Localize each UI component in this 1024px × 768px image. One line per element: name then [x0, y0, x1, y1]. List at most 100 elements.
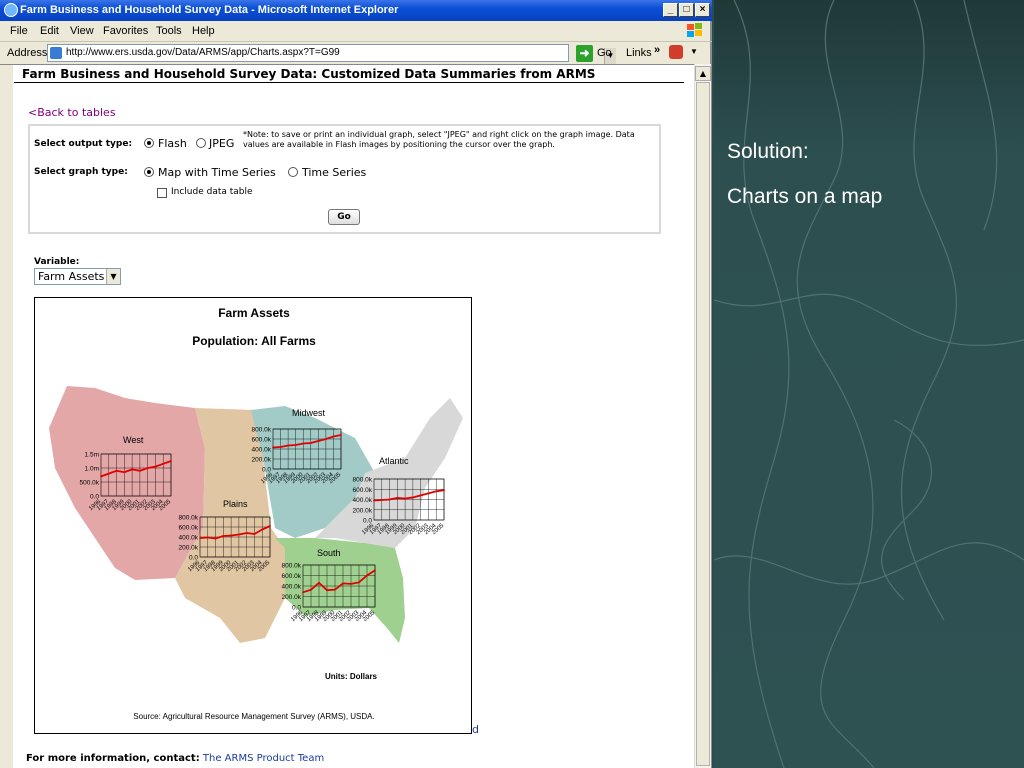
back-to-tables-link[interactable]: <Back to tables — [28, 106, 116, 119]
data-point-plains[interactable] — [214, 537, 217, 540]
chevron-down-icon[interactable]: ▼ — [106, 269, 120, 284]
data-point-plains[interactable] — [230, 534, 233, 537]
address-label: Address — [7, 47, 48, 59]
data-point-south[interactable] — [318, 581, 320, 584]
y-tick-label: 600.0k — [251, 437, 271, 444]
data-point-south[interactable] — [310, 588, 312, 591]
y-tick-label: 800.0k — [352, 477, 372, 484]
close-button[interactable]: × — [695, 3, 710, 17]
map-with-time-series-radio[interactable] — [144, 167, 154, 177]
data-point-west[interactable] — [138, 469, 141, 472]
data-point-atlantic[interactable] — [380, 499, 383, 501]
data-point-south[interactable] — [350, 583, 352, 585]
contact-label: For more information, contact: — [26, 753, 200, 764]
data-point-south[interactable] — [302, 591, 304, 594]
data-point-south[interactable] — [374, 569, 376, 572]
source-note: Source: Agricultural Resource Management… — [133, 712, 375, 721]
variable-select[interactable]: Farm Assets ▼ — [34, 268, 121, 285]
data-point-plains[interactable] — [237, 533, 240, 536]
region-label-atlantic: Atlantic — [379, 456, 409, 466]
url-input[interactable]: http://www.ers.usda.gov/Data/ARMS/app/Ch… — [47, 44, 616, 64]
data-point-west[interactable] — [115, 469, 118, 472]
data-point-midwest[interactable] — [272, 446, 274, 449]
data-point-plains[interactable] — [199, 537, 201, 539]
data-point-west[interactable] — [131, 468, 134, 471]
data-point-atlantic[interactable] — [373, 499, 375, 502]
flash-radio[interactable] — [144, 138, 154, 148]
data-point-south[interactable] — [366, 574, 368, 577]
data-point-south[interactable] — [342, 582, 344, 585]
data-point-west[interactable] — [123, 471, 126, 474]
menu-favorites[interactable]: Favorites — [103, 25, 148, 37]
y-tick-label: 200.0k — [352, 507, 372, 514]
data-point-atlantic[interactable] — [435, 490, 438, 493]
time-series-radio[interactable] — [288, 167, 298, 177]
data-point-south[interactable] — [334, 588, 336, 591]
data-point-west[interactable] — [107, 472, 110, 475]
data-point-west[interactable] — [100, 475, 102, 478]
time-series-label: Time Series — [302, 166, 367, 179]
units-label: Units: Dollars — [325, 672, 378, 681]
chevron-icon[interactable]: » — [654, 44, 660, 56]
jpeg-radio[interactable] — [196, 138, 206, 148]
data-point-west[interactable] — [162, 462, 165, 465]
data-point-west[interactable] — [170, 460, 172, 462]
maximize-button[interactable]: □ — [679, 3, 694, 17]
go-button[interactable]: ➜ Go — [576, 45, 614, 62]
browser-window: Farm Business and Household Survey Data … — [0, 0, 712, 768]
y-tick-label: 200.0k — [251, 457, 271, 464]
page-icon — [50, 47, 62, 59]
data-point-south[interactable] — [358, 581, 360, 584]
menu-help[interactable]: Help — [192, 25, 215, 37]
left-frame-edge — [0, 65, 13, 768]
data-point-atlantic[interactable] — [388, 498, 391, 501]
minimize-button[interactable]: _ — [663, 3, 678, 17]
data-point-atlantic[interactable] — [404, 497, 407, 500]
data-point-midwest[interactable] — [302, 442, 305, 445]
data-point-west[interactable] — [146, 467, 149, 469]
chevron-down-icon[interactable]: ▼ — [690, 47, 698, 56]
ie-icon — [4, 3, 18, 17]
links-button[interactable]: Links — [626, 47, 652, 59]
go-arrow-icon: ➜ — [576, 45, 593, 62]
data-point-midwest[interactable] — [340, 434, 342, 436]
data-point-atlantic[interactable] — [419, 494, 422, 497]
form-go-button[interactable]: Go — [328, 209, 360, 225]
y-tick-label: 800.0k — [251, 427, 271, 434]
region-label-south: South — [317, 548, 341, 558]
data-point-plains[interactable] — [206, 536, 209, 539]
menu-edit[interactable]: Edit — [40, 25, 59, 37]
data-point-midwest[interactable] — [287, 444, 290, 447]
data-point-plains[interactable] — [269, 525, 271, 527]
data-point-midwest[interactable] — [294, 444, 297, 446]
data-point-plains[interactable] — [253, 533, 256, 535]
arms-product-team-link[interactable]: The ARMS Product Team — [203, 753, 324, 764]
slide-heading: Solution: — [727, 140, 809, 163]
menu-file[interactable]: File — [10, 25, 28, 37]
data-point-midwest[interactable] — [317, 440, 320, 442]
slide-background — [714, 0, 1024, 768]
data-point-atlantic[interactable] — [443, 489, 445, 492]
data-point-midwest[interactable] — [309, 442, 312, 444]
data-point-midwest[interactable] — [324, 438, 327, 440]
data-point-plains[interactable] — [222, 535, 225, 537]
data-point-midwest[interactable] — [332, 435, 335, 438]
menu-tools[interactable]: Tools — [156, 25, 182, 37]
graph-type-label: Select graph type: — [34, 167, 128, 177]
data-point-atlantic[interactable] — [411, 496, 414, 499]
data-point-midwest[interactable] — [279, 446, 282, 448]
scroll-up-icon[interactable]: ▲ — [695, 66, 711, 81]
data-point-atlantic[interactable] — [396, 497, 399, 499]
include-data-table-checkbox[interactable] — [157, 188, 167, 198]
data-point-atlantic[interactable] — [427, 492, 430, 495]
data-point-plains[interactable] — [245, 532, 248, 534]
menu-view[interactable]: View — [70, 25, 94, 37]
data-point-plains[interactable] — [261, 528, 264, 531]
toolbar-extension-icon[interactable] — [669, 45, 683, 59]
scroll-thumb[interactable] — [696, 82, 710, 766]
y-tick-label: 1.5m — [85, 452, 99, 459]
data-point-west[interactable] — [154, 465, 157, 468]
data-point-south[interactable] — [326, 589, 328, 592]
vertical-scrollbar[interactable]: ▲ — [694, 64, 711, 768]
options-form: Select output type: Flash JPEG *Note: to… — [28, 124, 661, 234]
